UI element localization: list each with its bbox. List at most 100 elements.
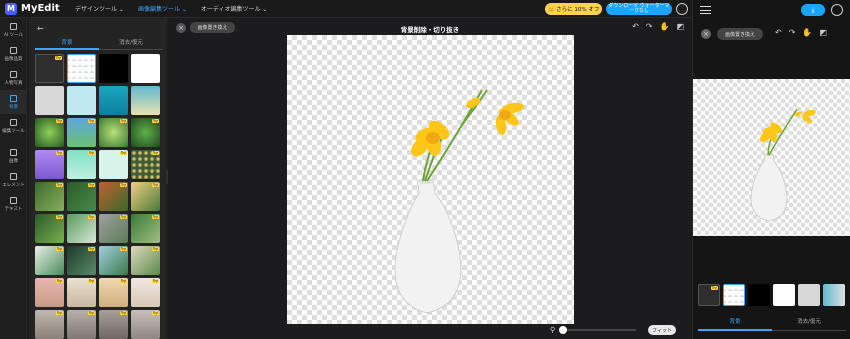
promo-button[interactable]: 👑 さらに 10% オフ	[545, 3, 602, 15]
nav-image-tools[interactable]: 画像編集ツール ⌄	[138, 4, 187, 13]
try-badge: Try	[119, 247, 127, 251]
background-thumb-sky-leaves[interactable]: Try	[99, 246, 128, 275]
background-thumb-monstera[interactable]: Try	[35, 246, 64, 275]
nav-audio-tools[interactable]: オーディオ編集ツール ⌄	[201, 4, 268, 13]
background-thumb-foliage-1[interactable]: Try	[35, 182, 64, 211]
background-thumb-white[interactable]	[131, 54, 160, 83]
background-thumb-foliage-3[interactable]: Try	[99, 182, 128, 211]
redo-icon[interactable]: ↷	[789, 28, 796, 37]
zoom-control: ⚲	[550, 326, 637, 334]
hand-icon[interactable]: ✋	[659, 22, 669, 31]
background-thumb-fern[interactable]: Try	[67, 214, 96, 243]
try-badge: Try	[151, 311, 159, 315]
zoom-slider[interactable]	[559, 326, 637, 334]
background-thumb-white[interactable]	[773, 284, 795, 306]
background-thumb-room-4[interactable]: Try	[131, 310, 160, 339]
nav-design-tools[interactable]: デザインツール ⌄	[75, 4, 124, 13]
download-icon[interactable]: ⤓	[801, 4, 825, 16]
background-grid: Try Try Try Try Try Try Try Try Try Try …	[35, 54, 163, 339]
user-icon[interactable]	[676, 3, 688, 15]
upload-image-icon[interactable]: Try	[35, 54, 64, 83]
sidebar-item-text[interactable]: テキスト	[0, 192, 27, 216]
app-name: MyEdit	[21, 3, 60, 14]
background-thumb-foliage-2[interactable]: Try	[67, 182, 96, 211]
background-thumb-lightblue[interactable]	[67, 86, 96, 115]
background-thumb-purple[interactable]: Try	[35, 150, 64, 179]
background-thumb-palm[interactable]: Try	[35, 214, 64, 243]
fit-button[interactable]: フィット	[648, 325, 676, 335]
undo-icon[interactable]: ↶	[775, 28, 782, 37]
mobile-canvas[interactable]	[693, 79, 850, 236]
compare-icon[interactable]: ◩	[819, 28, 827, 37]
editor-toolbar: ↶ ↷ ✋ ◩	[632, 22, 684, 31]
try-badge: Try	[151, 151, 159, 155]
try-badge: Try	[151, 215, 159, 219]
background-thumb-green-bokeh[interactable]: Try	[35, 118, 64, 147]
background-thumb-gradient[interactable]	[823, 284, 845, 306]
sidebar-item-portrait[interactable]: 人物写真	[0, 66, 27, 90]
try-badge: Try	[119, 311, 127, 315]
background-thumb-beige-room[interactable]: Try	[67, 278, 96, 307]
background-thumb-gray-leaves[interactable]: Try	[99, 214, 128, 243]
try-badge: Try	[55, 279, 63, 283]
redo-icon[interactable]: ↷	[646, 22, 653, 31]
close-icon[interactable]: ×	[701, 29, 711, 39]
background-thumb-room-3[interactable]: Try	[99, 310, 128, 339]
try-badge: Try	[87, 279, 95, 283]
background-thumb-light-room[interactable]: Try	[131, 278, 160, 307]
upload-image-icon[interactable]: Try	[698, 284, 720, 306]
compare-icon[interactable]: ◩	[676, 22, 684, 31]
background-thumb-pale[interactable]: Try	[99, 150, 128, 179]
background-thumb-mint[interactable]: Try	[67, 150, 96, 179]
edit-icon	[10, 118, 17, 126]
background-panel: ← 背景 消去/復元 Try Try Try Try Try Try Try T…	[29, 18, 167, 339]
background-thumb-gray[interactable]	[35, 86, 64, 115]
background-thumb-black[interactable]	[99, 54, 128, 83]
background-thumb-sand-room[interactable]: Try	[99, 278, 128, 307]
mobile-tabs: 背景 消去/復元	[698, 313, 846, 331]
background-thumb-dark-leaves[interactable]: Try	[67, 246, 96, 275]
background-thumb-gradient[interactable]	[131, 86, 160, 115]
try-badge: Try	[151, 279, 159, 283]
sidebar-item-edit-tools[interactable]: 編集ツール	[0, 114, 27, 138]
zoom-icon[interactable]: ⚲	[550, 326, 555, 334]
zoom-slider-knob[interactable]	[559, 326, 568, 334]
sidebar-item-label: 画像	[9, 158, 18, 164]
replace-image-button[interactable]: 画像置き換え	[717, 28, 763, 40]
background-thumb-room-1[interactable]: Try	[35, 310, 64, 339]
background-thumb-teal[interactable]	[99, 86, 128, 115]
background-thumb-transparent[interactable]	[723, 284, 745, 306]
app-logo[interactable]: M MyEdit	[5, 2, 60, 15]
back-icon[interactable]: ←	[37, 24, 44, 33]
background-thumb-gray[interactable]	[798, 284, 820, 306]
background-thumb-beige-leaves[interactable]: Try	[131, 246, 160, 275]
quality-icon	[10, 46, 17, 54]
tab-erase-restore[interactable]: 消去/復元	[99, 36, 163, 50]
background-thumb-foliage-4[interactable]: Try	[131, 182, 160, 211]
mobile-background-strip: Try	[698, 284, 845, 306]
background-thumb-rainbow[interactable]: Try	[67, 118, 96, 147]
download-button[interactable]: ダウンロード ウォーターマークなし	[606, 3, 672, 15]
menu-icon[interactable]	[700, 6, 711, 14]
background-thumb-room-2[interactable]: Try	[67, 310, 96, 339]
background-thumb-pink-room[interactable]: Try	[35, 278, 64, 307]
ai-icon	[10, 22, 17, 30]
undo-icon[interactable]: ↶	[632, 22, 639, 31]
background-thumb-green-sparkle[interactable]: Try	[99, 118, 128, 147]
hand-icon[interactable]: ✋	[802, 28, 812, 37]
tab-background[interactable]: 背景	[35, 36, 99, 50]
background-thumb-transparent[interactable]	[67, 54, 96, 83]
user-icon[interactable]	[831, 4, 843, 16]
sidebar-item-image[interactable]: 画像	[0, 144, 27, 168]
background-thumb-tropical[interactable]: Try	[131, 214, 160, 243]
image-canvas[interactable]	[287, 35, 574, 324]
background-thumb-dots[interactable]: Try	[131, 150, 160, 179]
sidebar-item-elements[interactable]: エレメント	[0, 168, 27, 192]
tab-erase-restore[interactable]: 消去/復元	[772, 313, 846, 331]
background-thumb-black[interactable]	[748, 284, 770, 306]
background-thumb-green-leaves[interactable]: Try	[131, 118, 160, 147]
tab-background[interactable]: 背景	[698, 313, 772, 331]
sidebar-item-ai-tools[interactable]: AI ツール	[0, 18, 27, 42]
sidebar-item-background[interactable]: 背景	[0, 90, 27, 114]
sidebar-item-quality[interactable]: 画像品質	[0, 42, 27, 66]
